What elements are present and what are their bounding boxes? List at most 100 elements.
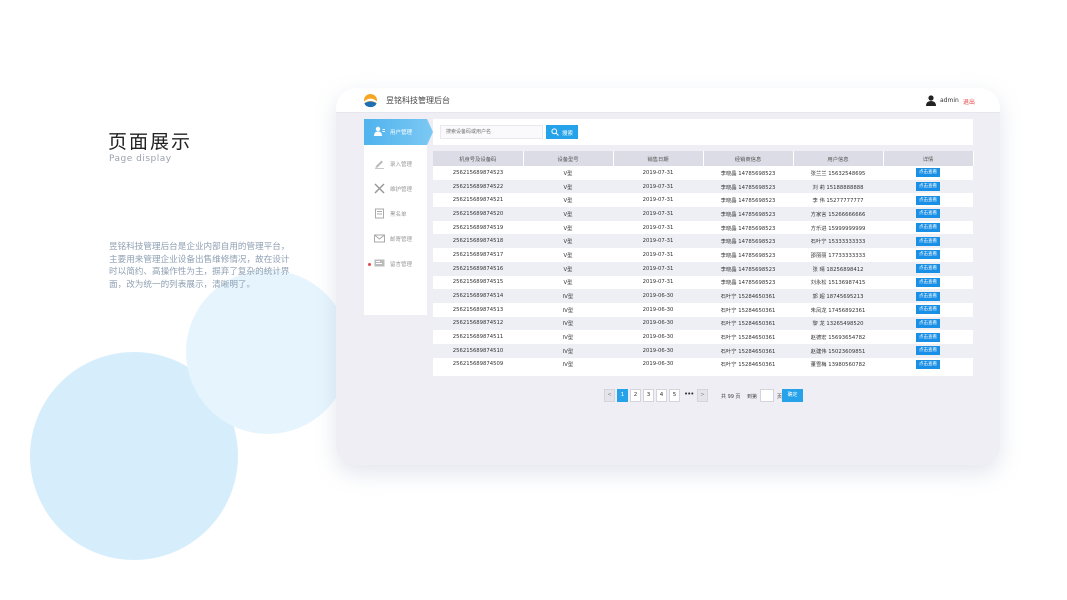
logout-link[interactable]: 退出 [963,97,975,106]
page-button[interactable]: 5 [669,389,680,402]
table-cell: 2019-07-31 [613,234,703,249]
page-button[interactable]: 2 [630,389,641,402]
table-cell: 256215689874521 [452,197,504,204]
table-row: 256215689874519 V型 2019-07-31 李晓晶 147856985… [433,221,973,235]
view-details-button[interactable]: 点击查看 [916,182,940,192]
table-cell: 刘 莉 15188888888 [793,179,883,194]
table-cell: 2019-06-30 [642,361,674,368]
table-row: 256215689874513 IV型 2019-06-30 石叶宁 15284650… [433,303,973,317]
table-cell: 石叶宁 15284650361 [720,307,776,314]
table-cell: 点击查看 [883,289,973,303]
view-details-button[interactable]: 点击查看 [916,168,940,178]
table-cell: 点击查看 [883,193,973,207]
table-cell: 256215689874513 [452,306,504,313]
table-row: 256215689874521 V型 2019-07-31 李晓晶 147856985… [433,193,973,207]
sidebar-item-mail[interactable]: 邮寄管理 [364,227,427,251]
table-row: 256215689874520 V型 2019-07-31 李晓晶 147856985… [433,207,973,221]
sidebar-item-entry[interactable]: 录入管理 [364,152,427,176]
table-row: 256215689874511 IV型 2019-06-30 石叶宁 15284650… [433,330,973,344]
table-cell: V型 [523,179,613,194]
sidebar-item-label: 录入管理 [390,162,413,168]
user-name[interactable]: admin [940,97,959,104]
view-details-button[interactable]: 点击查看 [916,346,940,356]
table-cell: 邵丽丽 17733333333 [810,252,866,259]
page-description: 昱铭科技管理后台是企业内部自用的管理平台，主要用来管理企业设备出售维修情况，故在… [109,242,290,290]
view-details-button[interactable]: 点击查看 [916,223,940,233]
table-cell: 朱凤龙 17456892361 [810,307,866,314]
app-title: 昱铭科技管理后台 [386,96,450,105]
table-cell: 2019-06-30 [613,343,703,358]
table-cell: 石叶宁 15284650361 [703,343,793,358]
table-cell: 李晓晶 14785698523 [703,234,793,249]
confirm-button[interactable]: 确定 [782,389,803,402]
view-details-button[interactable]: 点击查看 [916,277,940,287]
table-cell: 2019-06-30 [642,306,674,313]
table-cell: 256215689874514 [433,289,523,303]
view-details-button[interactable]: 点击查看 [916,264,940,274]
sidebar-item-label: 维护管理 [390,187,413,193]
device-table: 机身号及设备码 设备型号 销售日期 经销商信息 用户信息 详情 25621568… [433,151,974,376]
table-cell: 董雪梅 13980560782 [810,362,866,369]
table-cell: 256215689874522 [433,179,523,194]
table-row: 256215689874523 V型 2019-07-31 李晓晶 147856985… [433,166,973,180]
view-details-button[interactable]: 点击查看 [916,305,940,315]
view-details-button[interactable]: 点击查看 [916,195,940,205]
column-header: 销售日期 [613,151,704,166]
table-cell: 2019-06-30 [613,289,703,303]
table-cell: IV型 [523,316,613,331]
sidebar-item-users[interactable]: 用户管理 [364,119,433,145]
view-details-button[interactable]: 点击查看 [916,332,940,342]
table-cell: 方家言 15266666666 [793,207,883,221]
column-header: 设备型号 [523,151,614,166]
table-cell: 点击查看 [883,358,973,372]
view-details-button[interactable]: 点击查看 [916,291,940,301]
table-cell: 点击查看 [883,234,973,249]
page-button[interactable]: 3 [643,389,654,402]
table-cell: 点击查看 [883,330,973,344]
view-details-button[interactable]: 点击查看 [916,359,940,369]
top-bar: 昱铭科技管理后台 admin 退出 [336,88,1000,113]
jump-page-input[interactable] [760,389,774,402]
view-details-button[interactable]: 点击查看 [916,236,940,246]
view-details-button[interactable]: 点击查看 [916,318,940,328]
sidebar-item-label: 留言管理 [390,262,413,268]
total-pages: 共 99 页 [721,394,741,400]
sidebar-item-messages[interactable]: 留言管理 [364,252,427,276]
table-cell: 256215689874520 [433,207,523,221]
table-cell: 李晓晶 14785698523 [703,179,793,194]
table-cell: 2019-07-31 [613,261,703,276]
page-button[interactable]: 1 [617,389,628,402]
table-cell: 李晓晶 14785698523 [720,225,776,232]
unread-dot [368,263,371,266]
table-cell: 石叶宁 15333333333 [793,234,883,249]
table-cell: IV型 [562,335,574,342]
view-details-button[interactable]: 点击查看 [916,250,940,260]
sidebar-item-maintenance[interactable]: 维护管理 [364,177,427,201]
table-cell: 李晓晶 14785698523 [720,170,776,177]
table-cell: 点击查看 [883,179,973,194]
page-button[interactable]: 4 [656,389,667,402]
table-cell: V型 [563,198,573,205]
view-details-button[interactable]: 点击查看 [916,209,940,219]
next-page-button[interactable]: > [697,389,708,402]
table-cell: 赵建伟 15023609851 [793,343,883,358]
search-input[interactable] [440,125,543,139]
sidebar-item-blacklist[interactable]: 黑名单 [364,202,427,226]
table-cell: 2019-07-31 [642,169,674,176]
table-cell: 方乐进 15999999999 [810,225,866,232]
sidebar-item-label: 邮寄管理 [390,237,413,243]
edit-icon [375,160,384,169]
search-button[interactable]: 搜索 [546,125,578,139]
table-row: 256215689874509 IV型 2019-06-30 石叶宁 15284650… [433,358,973,372]
prev-page-button[interactable]: < [604,389,615,402]
blacklist-icon [375,208,384,219]
table-header-row: 机身号及设备码 设备型号 销售日期 经销商信息 用户信息 详情 [433,151,974,166]
table-cell: 刘永松 15136987415 [810,280,866,287]
table-cell: 李晓晶 14785698523 [720,198,776,205]
table-cell: V型 [563,225,573,232]
mail-icon [374,234,385,243]
table-row: 256215689874517 V型 2019-07-31 李晓晶 147856985… [433,248,973,262]
table-cell: 2019-07-31 [642,279,674,286]
column-header: 用户信息 [793,151,884,166]
table-cell: 点击查看 [883,343,973,358]
